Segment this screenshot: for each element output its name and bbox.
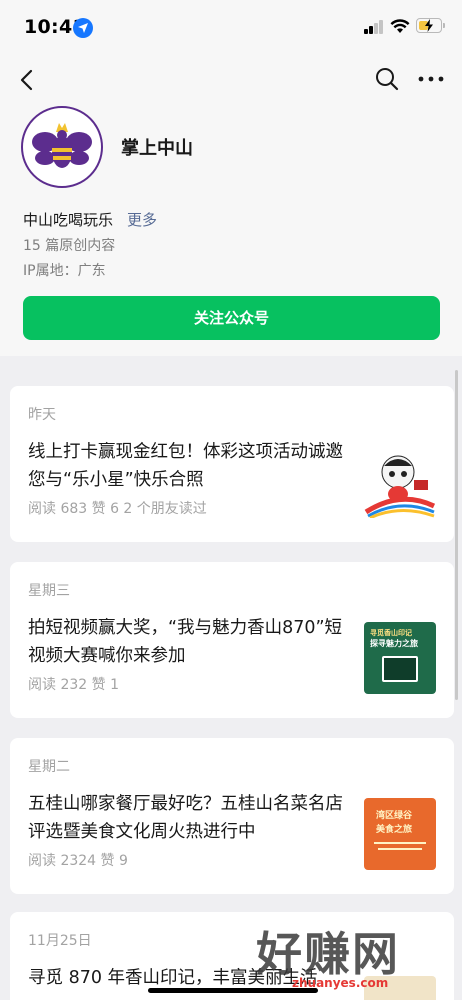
thumb-photo — [382, 656, 418, 682]
more-link[interactable]: 更多 — [127, 209, 157, 230]
article-thumbnail: 寻觅香山印记 探寻魅力之旅 — [364, 622, 436, 694]
wifi-icon — [390, 19, 410, 33]
account-name: 掌上中山 — [121, 138, 193, 159]
bee-logo-icon — [32, 123, 92, 168]
cellular-signal-icon — [364, 20, 386, 34]
status-bar: 10:41 — [0, 0, 462, 56]
article-title: 拍短视频赢大奖，“我与魅力香山870”短视频大赛喊你来参加 — [28, 618, 343, 666]
charging-bolt-icon — [425, 19, 433, 32]
thumb-text: 探寻魅力之旅 — [370, 639, 418, 648]
thumb-text: 美食之旅 — [376, 825, 413, 835]
account-description: 中山吃喝玩乐 — [23, 211, 114, 229]
battery-cap — [443, 23, 445, 28]
original-count: 15 篇原创内容 — [23, 238, 116, 254]
article-thumbnail: 湾区绿谷 美食之旅 — [364, 798, 436, 870]
account-profile: 掌上中山 中山吃喝玩乐 更多 15 篇原创内容 IP属地：广东 关注公众号 — [0, 56, 462, 356]
thumb-text: 湾区绿谷 — [376, 811, 413, 821]
article-date: 星期二 — [28, 759, 70, 775]
article-title: 线上打卡赢现金红包！体彩这项活动诚邀您与“乐小星”快乐合照 — [28, 442, 343, 490]
location-arrow-icon — [73, 18, 93, 38]
thumb-decoration — [374, 842, 426, 844]
article-date: 星期三 — [28, 583, 70, 599]
watermark-text: 好赚网 — [256, 927, 400, 981]
article-meta: 阅读 683 赞 6 2 个朋友读过 — [28, 501, 207, 517]
mascot-image — [364, 455, 436, 518]
article-date: 11月25日 — [28, 933, 92, 949]
article-thumbnail — [364, 446, 436, 518]
more-options-icon[interactable] — [416, 68, 446, 90]
article-title: 五桂山哪家餐厅最好吃？五桂山名菜名店评选暨美食文化周火热进行中 — [28, 794, 343, 842]
thumb-decoration — [378, 848, 422, 850]
article-meta: 阅读 232 赞 1 — [28, 677, 119, 693]
home-indicator[interactable] — [148, 988, 318, 993]
thumb-text: 寻觅香山印记 — [370, 629, 412, 637]
article-card[interactable]: 昨天 线上打卡赢现金红包！体彩这项活动诚邀您与“乐小星”快乐合照 阅读 683 … — [10, 386, 454, 542]
account-avatar[interactable] — [21, 106, 103, 188]
search-icon[interactable] — [374, 66, 400, 92]
follow-button[interactable]: 关注公众号 — [23, 296, 440, 340]
ip-location: IP属地：广东 — [23, 263, 106, 279]
scrollbar[interactable] — [455, 370, 458, 700]
article-card[interactable]: 星期三 拍短视频赢大奖，“我与魅力香山870”短视频大赛喊你来参加 阅读 232… — [10, 562, 454, 718]
article-date: 昨天 — [28, 407, 56, 423]
article-card[interactable]: 星期二 五桂山哪家餐厅最好吃？五桂山名菜名店评选暨美食文化周火热进行中 阅读 2… — [10, 738, 454, 894]
article-meta: 阅读 2324 赞 9 — [28, 853, 128, 869]
back-icon[interactable] — [14, 66, 42, 94]
